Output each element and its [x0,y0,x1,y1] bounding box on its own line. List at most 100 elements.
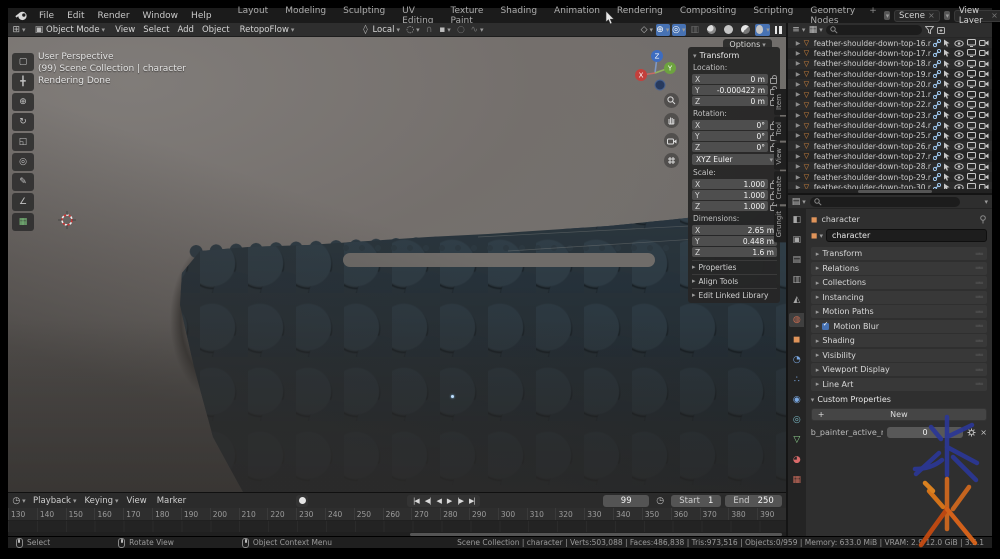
object-data-icon[interactable]: ▽ [789,433,804,447]
snap-target-icon[interactable]: ▪ [438,24,452,36]
properties-panel-header[interactable]: Viewport Display══ [811,363,987,376]
timeline-scrollbar[interactable] [8,532,786,536]
expand-arrow-icon[interactable]: ▶ [796,50,802,57]
transport-button[interactable]: ◀| [422,497,433,505]
expand-arrow-icon[interactable]: ▶ [796,132,802,139]
selectable-icon[interactable] [943,101,951,109]
render-disable-icon[interactable] [979,132,989,140]
render-disable-icon[interactable] [979,142,989,150]
gear-icon[interactable] [967,428,976,437]
options-dropdown[interactable]: Options [723,39,771,50]
outliner-item[interactable]: ▶ ▽ feather-shoulder-down-top-19.r [788,69,992,79]
selectable-icon[interactable] [943,60,951,68]
render-disable-icon[interactable] [979,70,989,78]
auto-keying-record-button[interactable] [296,495,308,507]
outliner-item[interactable]: ▶ ▽ feather-shoulder-down-top-21.r [788,89,992,99]
eye-icon[interactable] [954,112,964,119]
pan-hand-button[interactable] [664,113,679,128]
outliner-item[interactable]: ▶ ▽ feather-shoulder-down-top-23.r [788,110,992,120]
expand-arrow-icon[interactable]: ▶ [796,101,802,108]
properties-panel-header[interactable]: Collections══ [811,276,987,289]
transform-tool[interactable]: ◎ [12,153,34,171]
dimension-field[interactable]: Z1.6 m [692,247,777,257]
object-id-icon[interactable]: ◼ [811,231,823,240]
custom-property-value-field[interactable]: 0 [887,427,964,438]
viewport-disable-icon[interactable] [967,173,976,181]
topbar-menu-item[interactable]: Window [137,10,185,22]
location-field[interactable]: Z0 m [692,96,768,106]
view-layer-selector[interactable]: View Layer× [954,10,1000,22]
collapsed-panel-header[interactable]: Align Tools [692,274,777,285]
rotate-tool[interactable]: ↻ [12,113,34,131]
selectable-icon[interactable] [943,173,951,181]
modifiers-icon[interactable]: ◔ [789,353,804,367]
rotation-field[interactable]: X0° [692,120,768,130]
expand-arrow-icon[interactable]: ▶ [796,40,802,47]
outliner-item[interactable]: ▶ ▽ feather-shoulder-down-top-22.r [788,100,992,110]
outliner-item[interactable]: ▶ ▽ feather-shoulder-down-top-16.r [788,38,992,48]
rotation-field[interactable]: Y0° [692,131,768,141]
outliner-item[interactable]: ▶ ▽ feather-shoulder-down-top-25.r [788,131,992,141]
outliner-item[interactable]: ▶ ▽ feather-shoulder-down-top-27.r [788,151,992,161]
selectable-icon[interactable] [943,122,951,130]
outliner-scrollbar[interactable] [788,189,992,193]
view-layer-unlink-icon[interactable]: × [991,11,998,20]
scale-field[interactable]: Y1.000 [692,190,768,200]
render-disable-icon[interactable] [979,39,989,47]
outliner-item[interactable]: ▶ ▽ feather-shoulder-down-top-20.r [788,79,992,89]
outliner-display-mode-icon[interactable]: ▦ [809,24,823,36]
select-box-tool[interactable]: ▢ [12,53,34,71]
collapsed-panel-header[interactable]: Properties [692,260,777,271]
properties-panel-header[interactable]: Line Art══ [811,378,987,391]
overlays-toggle-icon[interactable]: ◎ [672,24,686,36]
render-disable-icon[interactable] [979,152,989,160]
eye-icon[interactable] [954,153,964,160]
navigation-gizmo[interactable]: Z Y X [633,47,679,93]
viewport-disable-icon[interactable] [967,91,976,99]
filter-icon[interactable] [925,26,934,34]
transform-orientation-dropdown[interactable]: ◊Local [354,24,404,36]
render-disable-icon[interactable] [979,49,989,57]
delete-property-icon[interactable]: × [980,428,987,437]
shading-material-icon[interactable] [738,24,753,36]
properties-search-input[interactable] [810,197,960,207]
proportional-editing-icon[interactable]: ○ [454,24,468,36]
timeline-editor-type-icon[interactable]: ◷ [12,495,26,507]
object-name-field[interactable]: character [826,229,987,242]
viewport-menu-item[interactable]: Add [173,25,197,35]
properties-panel-header[interactable]: Shading══ [811,334,987,347]
selectable-icon[interactable] [943,39,951,47]
viewport-disable-icon[interactable] [967,70,976,78]
transport-button[interactable]: |▶ [455,497,466,505]
location-field[interactable]: Y-0.000422 m [692,85,768,95]
timeline-ruler[interactable]: 1301401501601701801902002102202302402502… [8,508,786,521]
expand-arrow-icon[interactable]: ▶ [796,174,802,181]
cursor-tool[interactable]: ╋ [12,73,34,91]
viewport-disable-icon[interactable] [967,152,976,160]
annotate-tool[interactable]: ✎ [12,173,34,191]
motion-blur-checkbox[interactable] [822,323,829,330]
breadcrumb-object-name[interactable]: character [821,215,859,224]
selectable-icon[interactable] [943,91,951,99]
outliner-item[interactable]: ▶ ▽ feather-shoulder-down-top-26.r [788,141,992,151]
outliner-item[interactable]: ▶ ▽ feather-shoulder-down-top-24.r [788,120,992,130]
expand-arrow-icon[interactable]: ▶ [796,71,802,78]
current-frame-field[interactable]: 99 [603,495,649,507]
outliner-editor-type-icon[interactable]: ≡ [792,24,806,36]
dimension-field[interactable]: X2.65 m [692,225,777,235]
start-frame-field[interactable]: Start1 [671,495,721,507]
pause-render-button[interactable] [775,26,782,34]
show-object-types-icon[interactable]: ◇ [640,24,654,36]
shading-solid-icon[interactable] [721,24,736,36]
expand-arrow-icon[interactable]: ▶ [796,153,802,160]
xray-toggle-icon[interactable]: ▥ [688,24,702,36]
properties-panel-header[interactable]: Instancing══ [811,291,987,304]
n-panel-tab[interactable]: Tool [774,117,786,141]
material-icon[interactable]: ◕ [789,453,804,467]
view-layer-browse-icon[interactable] [944,11,950,20]
selectable-icon[interactable] [943,80,951,88]
selectable-icon[interactable] [943,132,951,140]
eye-icon[interactable] [954,71,964,78]
viewport-disable-icon[interactable] [967,132,976,140]
eye-icon[interactable] [954,81,964,88]
